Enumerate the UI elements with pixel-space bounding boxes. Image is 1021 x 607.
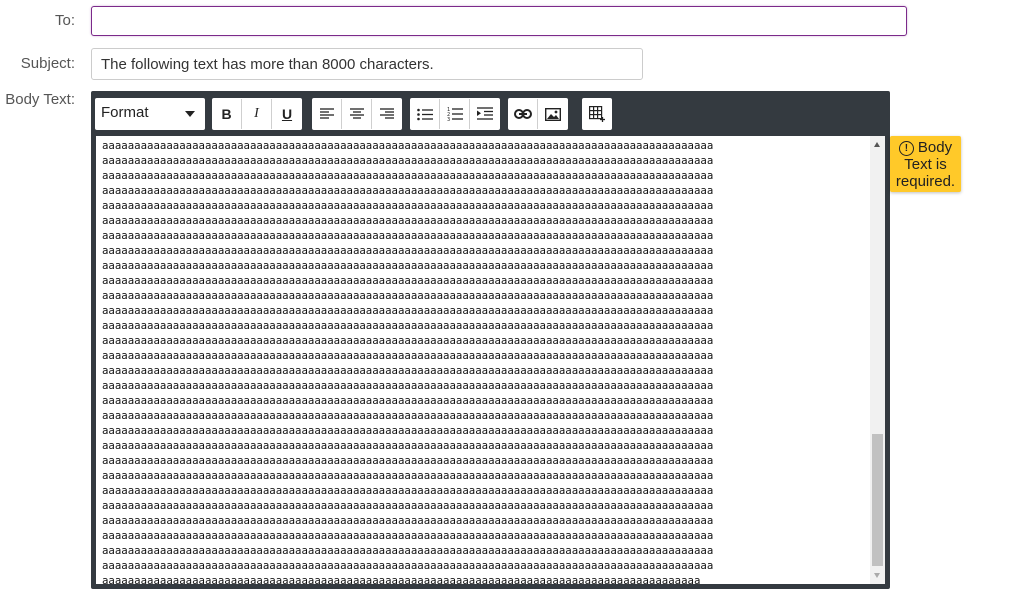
- scrollbar-thumb[interactable]: [872, 434, 883, 566]
- underline-button[interactable]: U: [272, 99, 302, 129]
- align-right-icon: [380, 108, 394, 119]
- format-dropdown-label: Format: [101, 104, 149, 121]
- svg-text:3: 3: [447, 117, 450, 121]
- validation-message-line-1: Body: [917, 139, 953, 156]
- to-label: To:: [54, 12, 75, 29]
- chevron-down-icon: [185, 111, 195, 117]
- italic-button[interactable]: I: [242, 99, 272, 129]
- numbered-list-icon: 123: [447, 107, 463, 121]
- align-left-icon: [319, 108, 334, 119]
- align-left-button[interactable]: [312, 99, 342, 129]
- align-right-button[interactable]: [372, 99, 402, 129]
- insert-image-button[interactable]: [538, 99, 568, 129]
- bold-icon: B: [221, 106, 232, 122]
- scroll-down-arrow-icon[interactable]: [874, 573, 880, 578]
- validation-message-line-2: Text is: [904, 156, 947, 173]
- bullet-list-icon: [416, 108, 433, 120]
- editor-content-area[interactable]: aaaaaaaaaaaaaaaaaaaaaaaaaaaaaaaaaaaaaaaa…: [96, 136, 885, 584]
- text-style-group: B I U: [212, 98, 302, 130]
- editor-scrollbar[interactable]: [870, 136, 885, 584]
- insert-group: [508, 98, 568, 130]
- indent-icon: [477, 107, 493, 120]
- alignment-group: [312, 98, 402, 130]
- rich-text-editor: Format B I U 1 2 3 aaaaaaaaaaaaaaaaaaaaa…: [91, 91, 890, 589]
- underline-icon: U: [281, 106, 293, 122]
- list-group: 123: [410, 98, 500, 130]
- numbered-list-button[interactable]: 123: [440, 99, 470, 129]
- validation-tooltip: ! Body Text is required.: [890, 136, 961, 192]
- scroll-up-arrow-icon[interactable]: [874, 142, 880, 147]
- table-group: [582, 98, 612, 130]
- body-text-content[interactable]: aaaaaaaaaaaaaaaaaaaaaaaaaaaaaaaaaaaaaaaa…: [102, 138, 862, 584]
- insert-link-button[interactable]: [508, 99, 538, 129]
- subject-input[interactable]: [91, 48, 643, 80]
- to-input[interactable]: [91, 6, 907, 36]
- body-text-label: Body Text:: [5, 91, 75, 108]
- indent-button[interactable]: [470, 99, 500, 129]
- subject-label: Subject:: [20, 55, 75, 72]
- bold-button[interactable]: B: [212, 99, 242, 129]
- align-center-icon: [349, 108, 364, 119]
- bullet-list-button[interactable]: [410, 99, 440, 129]
- link-icon: [513, 109, 532, 119]
- insert-table-button[interactable]: [582, 99, 612, 129]
- italic-icon: I: [254, 106, 259, 121]
- image-icon: [545, 107, 561, 121]
- align-center-button[interactable]: [342, 99, 372, 129]
- validation-message-line-3: required.: [895, 173, 956, 190]
- exclamation-circle-icon: !: [898, 141, 914, 156]
- table-icon: [589, 106, 605, 122]
- format-dropdown[interactable]: Format: [95, 98, 205, 130]
